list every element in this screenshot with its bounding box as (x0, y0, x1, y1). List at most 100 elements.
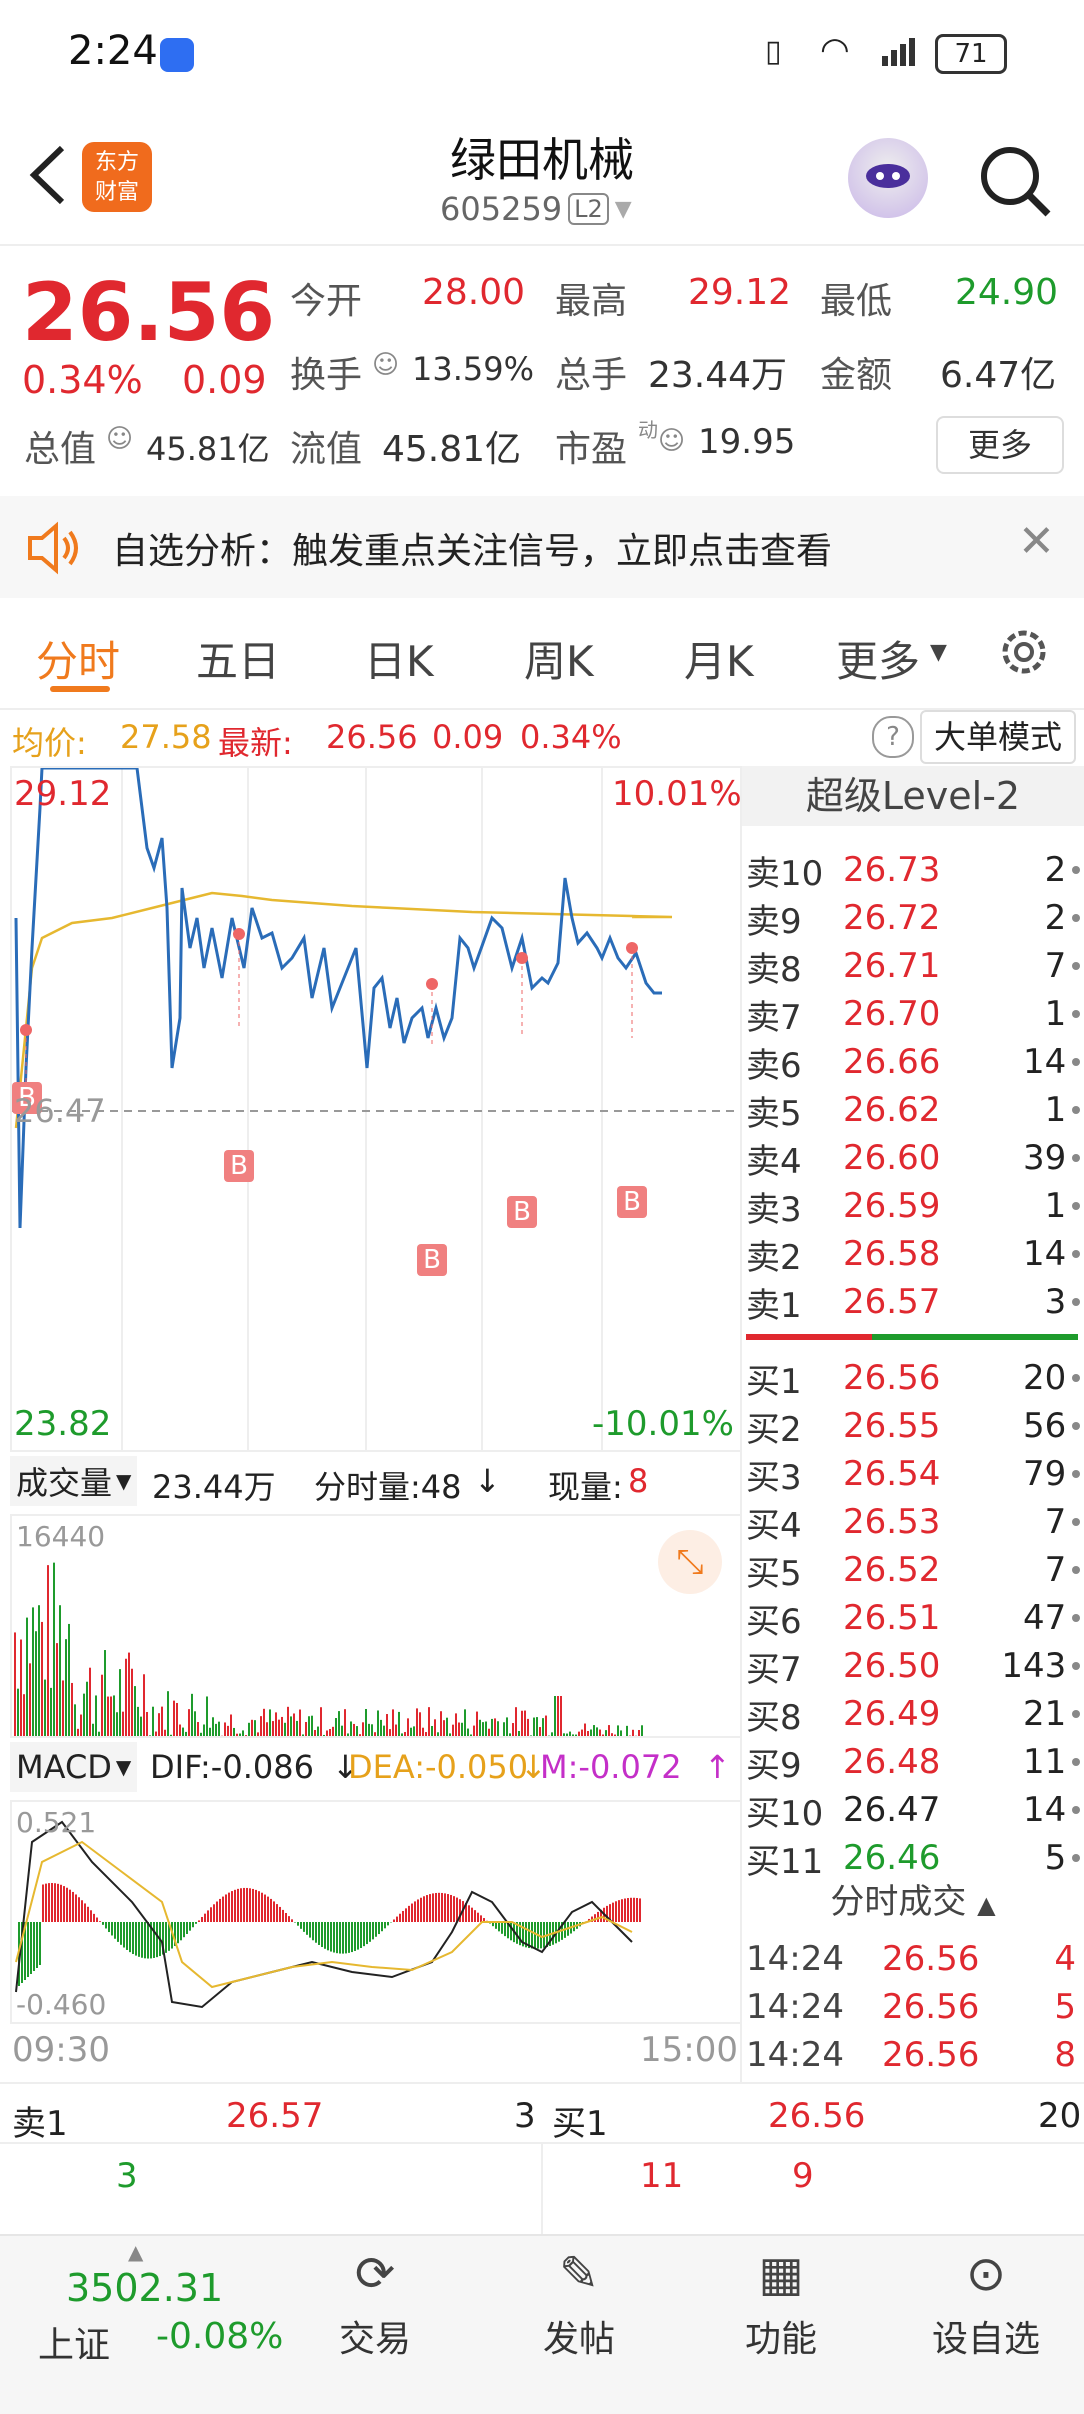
bottom-bid-label: 买1 (552, 2096, 608, 2145)
volume-bar (569, 1732, 571, 1736)
bid-row[interactable]: 买626.5147 (746, 1594, 1080, 1642)
nav-post[interactable]: ✎ 发帖 (534, 2246, 624, 2396)
macd-histogram-bar (270, 1899, 272, 1922)
bid-row[interactable]: 买426.537 (746, 1498, 1080, 1546)
volume-label: 总手 (555, 346, 627, 398)
ask-row[interactable]: 卖926.722 (746, 894, 1080, 942)
info-icon[interactable]: ☺ (658, 426, 685, 456)
bid-row[interactable]: 买726.50143 (746, 1642, 1080, 1690)
macd-histogram-bar (186, 1922, 188, 1934)
index-name[interactable]: 上证 (38, 2316, 110, 2368)
robot-assistant-icon[interactable] (848, 138, 928, 218)
info-icon[interactable]: ☺ (372, 350, 399, 380)
macd-histogram-bar (102, 1922, 104, 1925)
low-value: 24.90 (955, 272, 1058, 313)
detail-dot-icon (1072, 1806, 1080, 1814)
bid-volume: 21 (989, 1694, 1067, 1734)
tab-intraday[interactable]: 分时 (36, 628, 120, 689)
volume-label: 成交量 (16, 1458, 112, 1504)
ask-row[interactable]: 卖226.5814 (746, 1230, 1080, 1278)
volume-bar (407, 1718, 409, 1736)
ask-row[interactable]: 卖626.6614 (746, 1038, 1080, 1086)
help-icon[interactable]: ? (872, 716, 914, 758)
bid-row[interactable]: 买226.5556 (746, 1402, 1080, 1450)
ask-row[interactable]: 卖726.701 (746, 990, 1080, 1038)
volume-bar (524, 1711, 526, 1736)
buy-marker-b[interactable]: B (417, 1244, 447, 1276)
volume-bar (284, 1723, 286, 1736)
volume-bar (461, 1723, 463, 1736)
volume-bar (65, 1639, 67, 1736)
tab-weekly-k[interactable]: 周K (524, 628, 594, 689)
index-value[interactable]: 3502.31 (66, 2266, 223, 2310)
nav-functions[interactable]: ▦ 功能 (736, 2246, 826, 2396)
macd-indicator-select[interactable]: MACD ▼ (10, 1742, 137, 1792)
level2-title[interactable]: 超级Level-2 (742, 766, 1084, 826)
tab-daily-k[interactable]: 日K (364, 628, 434, 689)
volume-bar (572, 1734, 574, 1736)
bid-row[interactable]: 买826.4921 (746, 1690, 1080, 1738)
bid-row[interactable]: 买326.5479 (746, 1450, 1080, 1498)
buy-marker-b[interactable]: B (617, 1186, 647, 1218)
macd-histogram-bar (135, 1922, 137, 1956)
macd-histogram-bar (78, 1897, 80, 1922)
macd-histogram-bar (111, 1922, 113, 1935)
macd-histogram-bar (636, 1898, 638, 1922)
volume-bar (443, 1720, 445, 1736)
volume-bar (167, 1691, 169, 1736)
ask-row[interactable]: 卖526.621 (746, 1086, 1080, 1134)
ask-row[interactable]: 卖426.6039 (746, 1134, 1080, 1182)
volume-bar (329, 1729, 331, 1736)
bid-volume: 11 (989, 1742, 1067, 1782)
big-order-mode-button[interactable]: 大单模式 (920, 710, 1076, 764)
buy-marker-b[interactable]: B (224, 1150, 254, 1182)
volume-bar (80, 1715, 82, 1736)
macd-histogram-bar (219, 1899, 221, 1922)
settings-gear-icon[interactable] (994, 622, 1054, 682)
volume-bar (125, 1659, 127, 1736)
time-sales-header[interactable]: 分时成交 ▲ (742, 1874, 1084, 1930)
more-button[interactable]: 更多 (936, 416, 1064, 474)
expand-icon[interactable]: ⤡ (658, 1530, 722, 1594)
ask-row[interactable]: 卖1026.732 (746, 846, 1080, 894)
bid-row[interactable]: 买926.4811 (746, 1738, 1080, 1786)
intraday-chart[interactable]: B B B B B 29.12 10.01% 26.47 23.82 -10.0… (10, 766, 742, 1452)
volume-indicator-select[interactable]: 成交量 ▼ (10, 1456, 137, 1506)
bid-row[interactable]: 买526.527 (746, 1546, 1080, 1594)
volume-bar (386, 1714, 388, 1736)
buy-marker-b[interactable]: B (507, 1196, 537, 1228)
ask-row[interactable]: 卖326.591 (746, 1182, 1080, 1230)
caret-up-icon: ▲ (977, 1891, 995, 1919)
index-change[interactable]: -0.08% (156, 2316, 283, 2357)
tab-five-day[interactable]: 五日 (196, 628, 280, 689)
notice-bar[interactable]: 自选分析：触发重点关注信号，立即点击查看 ✕ (0, 496, 1084, 598)
ask-level-label: 卖4 (746, 1134, 843, 1183)
macd-histogram-bar (273, 1901, 275, 1922)
tab-monthly-k[interactable]: 月K (684, 628, 754, 689)
ask-row[interactable]: 卖826.717 (746, 942, 1080, 990)
volume-bar (389, 1729, 391, 1736)
volume-bar (467, 1729, 469, 1736)
macd-histogram-bar (33, 1922, 35, 1971)
macd-histogram-bar (288, 1916, 290, 1922)
bid-row[interactable]: 买126.5620 (746, 1354, 1080, 1402)
nav-add-watchlist[interactable]: ⊙ 设自选 (926, 2246, 1046, 2396)
detail-dot-icon (1072, 1058, 1080, 1066)
info-icon[interactable]: ☺ (106, 424, 133, 454)
volume-bar (575, 1735, 577, 1736)
macd-histogram-bar (267, 1897, 269, 1922)
macd-histogram-bar (276, 1904, 278, 1922)
trade-time: 14:24 (746, 1987, 882, 2027)
macd-histogram-bar (264, 1895, 266, 1922)
bid-row[interactable]: 买1026.4714 (746, 1786, 1080, 1834)
ask-price: 26.70 (843, 994, 989, 1034)
volume-bar (122, 1712, 124, 1736)
stock-code-row[interactable]: 605259 L2 ▼ (440, 190, 632, 228)
tab-more[interactable]: 更多 (836, 628, 920, 689)
ask-row[interactable]: 卖126.573 (746, 1278, 1080, 1326)
search-icon[interactable] (978, 144, 1054, 220)
divider (541, 2142, 543, 2234)
nav-trade[interactable]: ⟳ 交易 (330, 2246, 420, 2396)
close-icon[interactable]: ✕ (1018, 516, 1055, 567)
detail-dot-icon (1072, 1250, 1080, 1258)
